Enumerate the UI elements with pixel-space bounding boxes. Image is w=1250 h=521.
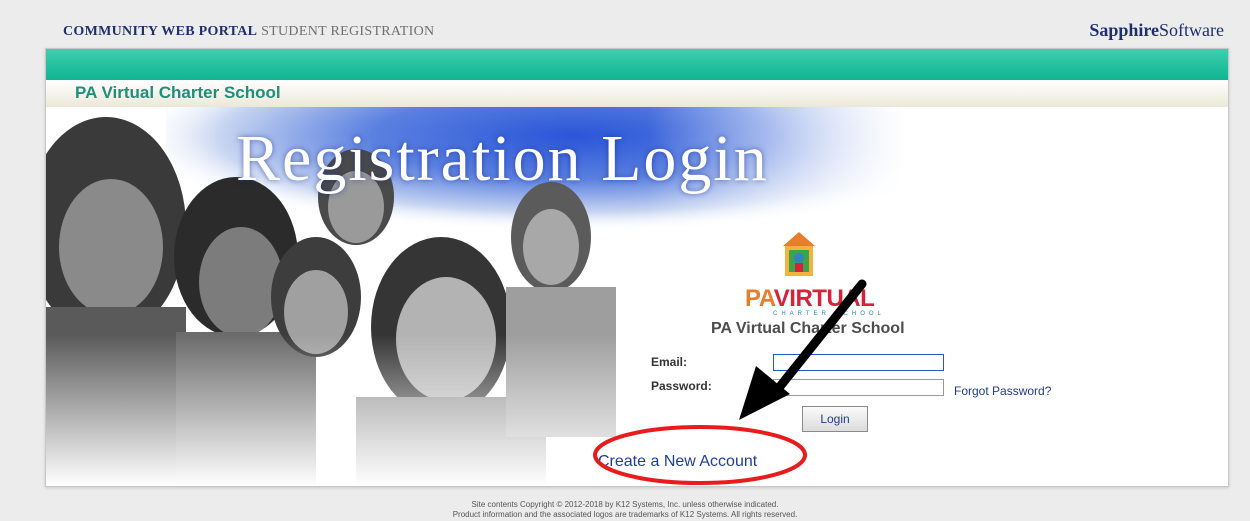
teal-banner — [46, 49, 1228, 80]
logo-tagline: CHARTER SCHOOL — [773, 311, 885, 317]
create-new-account-link[interactable]: Create a New Account — [598, 453, 757, 471]
password-input[interactable] — [773, 379, 944, 396]
brand-regular: Software — [1159, 20, 1224, 40]
main-panel: PA Virtual Charter School Registration L… — [45, 48, 1229, 487]
portal-title-bold: COMMUNITY WEB PORTAL — [63, 24, 258, 39]
password-label: Password: — [651, 379, 712, 393]
school-bar-title: PA Virtual Charter School — [75, 83, 281, 102]
footer: Site contents Copyright © 2012-2018 by K… — [0, 500, 1250, 520]
email-input[interactable] — [773, 354, 944, 371]
school-bar: PA Virtual Charter School — [46, 80, 1228, 107]
pa-virtual-logo-text: PAVIRTUAL — [745, 285, 875, 313]
forgot-password-link[interactable]: Forgot Password? — [954, 384, 1051, 398]
brand-bold: Sapphire — [1089, 20, 1160, 40]
sapphire-software-logo: SapphireSoftware — [1089, 20, 1224, 41]
footer-trademark: Product information and the associated l… — [452, 510, 798, 519]
logo-virtual: VIRTUAL — [773, 285, 875, 312]
portal-subtitle: STUDENT REGISTRATION — [261, 24, 435, 39]
portal-title: COMMUNITY WEB PORTAL STUDENT REGISTRATIO… — [63, 24, 434, 40]
pa-virtual-house-logo-icon — [783, 232, 815, 276]
footer-copyright: Site contents Copyright © 2012-2018 by K… — [471, 500, 779, 509]
logo-pa: PA — [745, 285, 774, 312]
registration-login-title: Registration Login — [236, 122, 769, 195]
school-name-heading: PA Virtual Charter School — [711, 320, 905, 337]
top-header: COMMUNITY WEB PORTAL STUDENT REGISTRATIO… — [0, 0, 1250, 48]
login-button[interactable]: Login — [802, 406, 868, 432]
email-label: Email: — [651, 355, 688, 369]
